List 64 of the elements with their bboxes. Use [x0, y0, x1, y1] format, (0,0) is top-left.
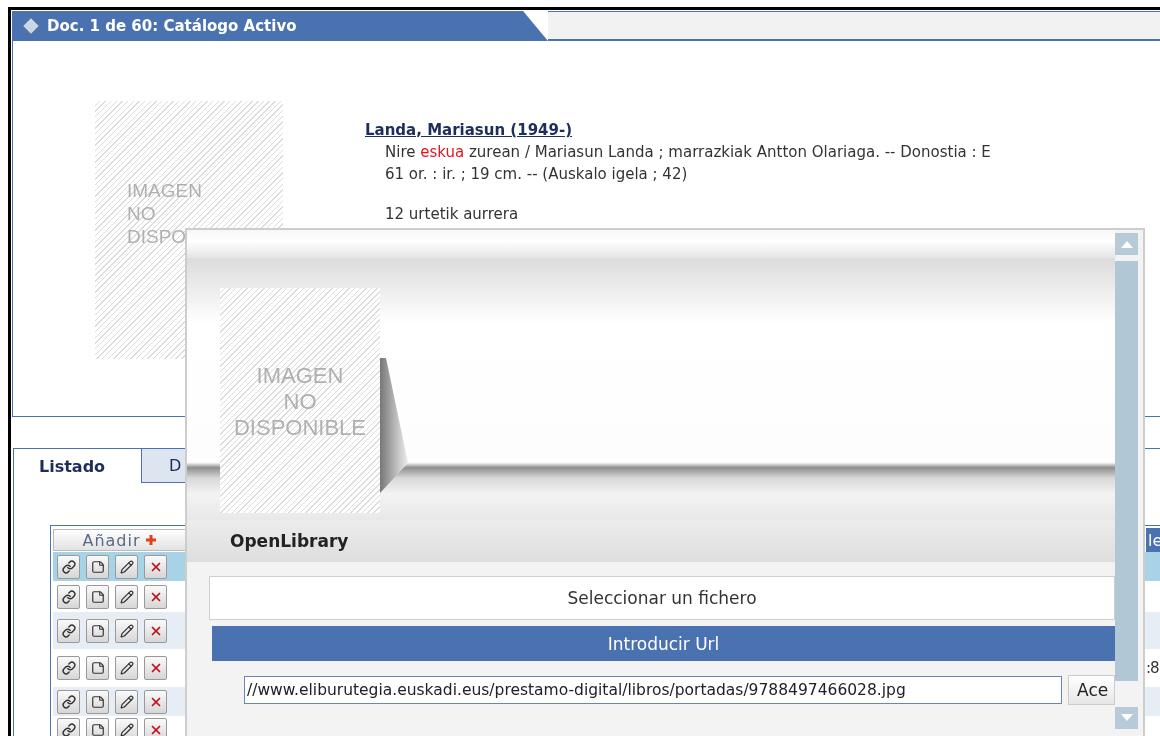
edit-button[interactable] — [115, 656, 138, 680]
note-button[interactable] — [86, 656, 109, 680]
placeholder-text: DISPO — [127, 224, 187, 248]
pencil-icon — [119, 694, 134, 709]
placeholder-text: NO — [283, 389, 317, 415]
link-icon — [61, 723, 76, 736]
edit-button[interactable] — [115, 718, 138, 736]
description-line: 61 or. : ir. ; 19 cm. -- (Auskalo igela ; 42) — [385, 163, 689, 185]
placeholder-text: DISPONIBLE — [233, 415, 366, 441]
delete-button[interactable] — [144, 656, 167, 680]
note-icon — [90, 661, 105, 675]
pencil-icon — [119, 589, 134, 604]
link-button[interactable] — [57, 689, 80, 714]
link-icon — [61, 694, 76, 709]
source-option[interactable]: Seleccionar un fichero — [209, 576, 1115, 620]
link-icon — [61, 559, 76, 574]
delete-button[interactable] — [144, 618, 167, 643]
audience-note: 12 urtetik aurrera — [385, 204, 520, 223]
link-button[interactable] — [57, 718, 80, 736]
edit-button[interactable] — [115, 584, 138, 609]
delete-button[interactable] — [144, 554, 167, 579]
pencil-icon — [119, 623, 134, 638]
source-option[interactable]: Introducir Url — [212, 626, 1115, 661]
pencil-icon — [119, 661, 134, 675]
scrollbar-track[interactable] — [1115, 261, 1138, 681]
link-button[interactable] — [57, 554, 80, 579]
plus-icon — [144, 534, 157, 546]
down-arrow-icon — [1120, 714, 1133, 722]
description-line: Nire eskua zurean / Mariasun Landa ; marrazkiak Antton Olariaga. -- Donostia : E — [385, 141, 991, 163]
edit-button[interactable] — [115, 689, 138, 714]
delete-button[interactable] — [144, 584, 167, 609]
note-button[interactable] — [86, 554, 109, 579]
link-icon — [61, 623, 76, 638]
note-icon — [90, 559, 105, 574]
note-icon — [90, 623, 105, 638]
link-button[interactable] — [57, 584, 80, 609]
url-field[interactable]: //www.eliburutegia.euskadi.eus/prestamo-digital/libros/portadas/9788497466028.jpg — [244, 676, 1063, 704]
link-button[interactable] — [57, 656, 80, 680]
note-icon — [90, 723, 105, 736]
note-button[interactable] — [86, 689, 109, 714]
placeholder-text: IMAGEN — [256, 363, 344, 389]
link-icon — [61, 661, 76, 675]
note-icon — [90, 589, 105, 604]
window-title: Doc. 1 de 60: Catálogo Activo — [47, 16, 297, 35]
delete-button[interactable] — [144, 718, 167, 736]
note-button[interactable] — [86, 584, 109, 609]
author-link[interactable]: Landa, Mariasun (1949-) — [365, 120, 573, 139]
edit-button[interactable] — [115, 554, 138, 579]
add-button[interactable]: Añadir — [53, 529, 186, 551]
placeholder-text: NO — [127, 201, 156, 225]
delete-button[interactable] — [144, 689, 167, 714]
link-button[interactable] — [57, 618, 80, 643]
note-button[interactable] — [86, 618, 109, 643]
note-icon — [90, 694, 105, 709]
accept-button[interactable]: Ace — [1068, 675, 1115, 705]
section-title: OpenLibrary — [187, 520, 1115, 562]
edit-button[interactable] — [115, 618, 138, 643]
table-cell: :8 — [1146, 659, 1159, 677]
pencil-icon — [119, 559, 134, 574]
note-button[interactable] — [86, 718, 109, 736]
pencil-icon — [119, 723, 134, 736]
up-arrow-icon — [1120, 240, 1133, 248]
placeholder-text: IMAGEN — [127, 178, 202, 202]
link-icon — [61, 589, 76, 604]
